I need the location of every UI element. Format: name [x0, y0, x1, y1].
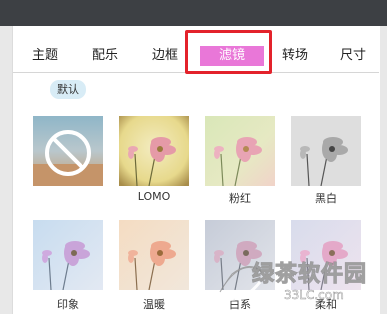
filter-thumb-warm[interactable]: [119, 220, 189, 290]
default-badge[interactable]: 默认: [50, 80, 86, 99]
filter-caption-impression: 印象: [57, 298, 79, 311]
tab-music[interactable]: 配乐: [81, 40, 129, 72]
frame-left: [0, 26, 12, 314]
tab-size[interactable]: 尺寸: [331, 40, 375, 72]
window-top-bar: [0, 0, 387, 26]
filter-thumb-bw[interactable]: [291, 116, 361, 186]
filter-thumb-none[interactable]: [33, 116, 103, 186]
tab-border[interactable]: 边框: [141, 40, 189, 72]
filter-thumb-impression[interactable]: [33, 220, 103, 290]
watermark-url: 33LC.com: [284, 288, 344, 303]
filter-thumb-pink[interactable]: [205, 116, 275, 186]
filter-caption-lomo: LOMO: [137, 190, 171, 203]
filter-caption-bw: 黑白: [315, 192, 337, 205]
tab-transition[interactable]: 转场: [271, 40, 319, 72]
filter-caption-warm: 温暖: [143, 298, 165, 311]
filter-caption-pink: 粉红: [229, 192, 251, 205]
tab-theme[interactable]: 主题: [21, 40, 69, 72]
filter-thumb-lomo[interactable]: [119, 116, 189, 186]
watermark-title: 绿茶软件园: [251, 262, 368, 288]
site-watermark: 绿茶软件园 33LC.com: [210, 250, 385, 312]
tab-highlight-box: [185, 30, 272, 74]
